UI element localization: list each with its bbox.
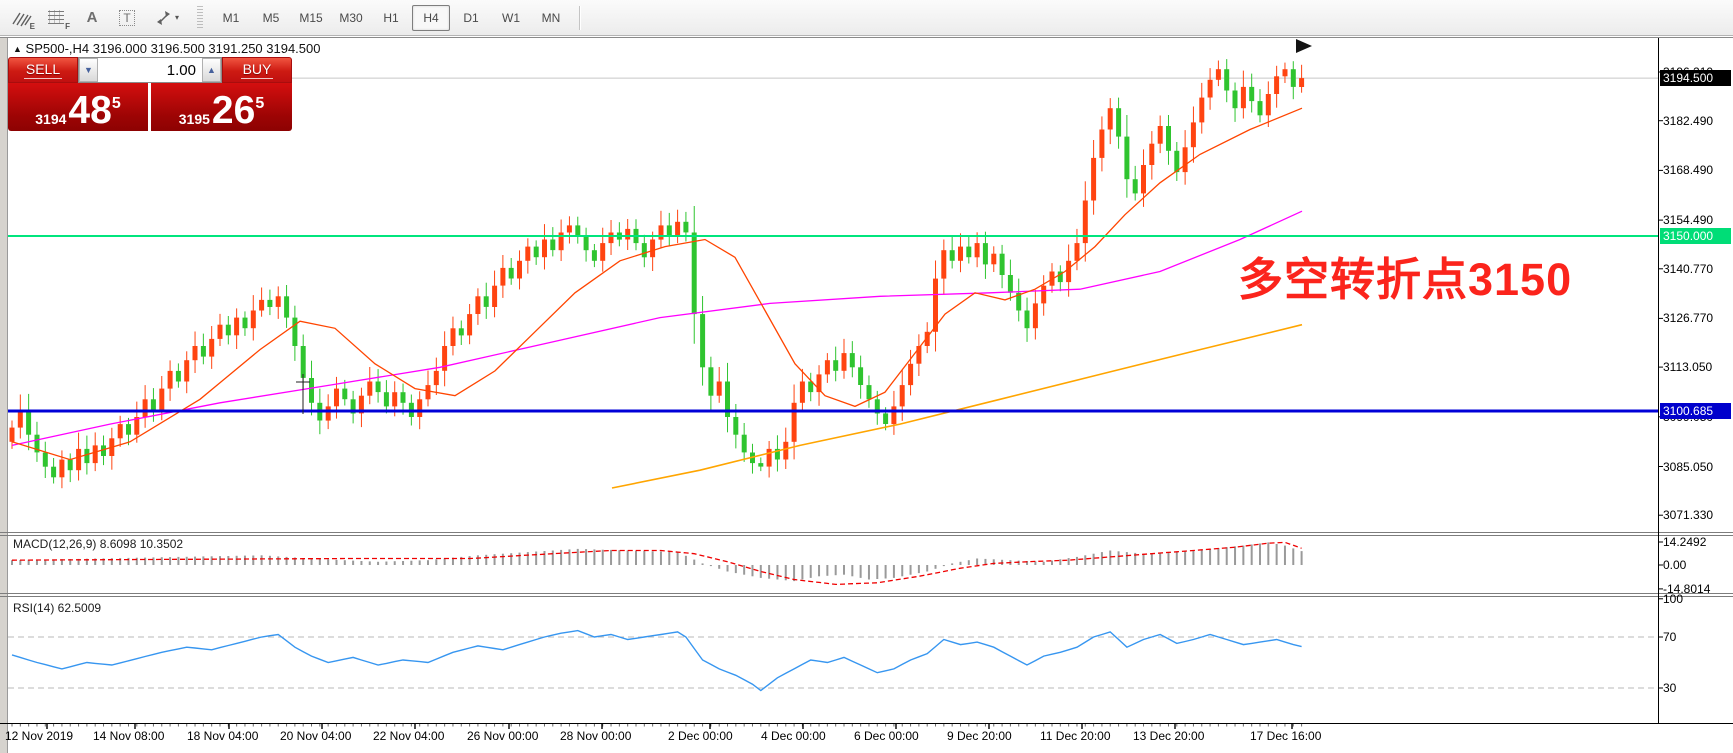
price-axis-tick: 3071.330 (1663, 508, 1713, 522)
macd-axis-tick: 14.2492 (1663, 535, 1706, 549)
time-axis-label: 6 Dec 00:00 (854, 729, 919, 743)
time-axis-label: 18 Nov 04:00 (187, 729, 258, 743)
price-axis-tick: 3168.490 (1663, 163, 1713, 177)
buy-price[interactable]: 3195 26 5 (151, 83, 292, 131)
time-axis-label: 14 Nov 08:00 (93, 729, 164, 743)
volume-decrease-button[interactable]: ▼ (79, 58, 98, 82)
price-axis-tick: 3182.490 (1663, 114, 1713, 128)
time-axis-label: 26 Nov 00:00 (467, 729, 538, 743)
triangle-icon: ▲ (13, 44, 22, 54)
time-axis-label: 20 Nov 04:00 (280, 729, 351, 743)
ohlc-values: 3196.000 3196.500 3191.250 3194.500 (93, 41, 321, 56)
price-axis-tick: 3126.770 (1663, 311, 1713, 325)
chart-title: ▲ SP500-,H4 3196.000 3196.500 3191.250 3… (13, 41, 321, 56)
price-axis-tick: 3140.770 (1663, 262, 1713, 276)
time-axis-label: 22 Nov 04:00 (373, 729, 444, 743)
price-axis-tick: 3113.050 (1663, 360, 1712, 374)
green-level-badge: 3150.000 (1660, 228, 1731, 244)
bid-price-badge: 3194.500 (1660, 70, 1731, 86)
price-axis-tick: 3154.490 (1663, 213, 1713, 227)
one-click-trading-panel: SELL ▼ 1.00 ▲ BUY 3194 48 5 3195 26 5 (8, 57, 292, 131)
symbol-period: SP500-,H4 (26, 41, 90, 56)
rsi-label: RSI(14) 62.5009 (13, 601, 101, 615)
time-axis-label: 11 Dec 20:00 (1040, 729, 1111, 743)
blue-level-badge: 3100.685 (1660, 403, 1731, 419)
trading-platform-window: E F A T (0, 0, 1733, 753)
time-axis-label: 13 Dec 20:00 (1133, 729, 1204, 743)
time-axis-label: 4 Dec 00:00 (761, 729, 826, 743)
rsi-axis-tick: 100 (1663, 592, 1683, 606)
time-axis-label: 28 Nov 00:00 (560, 729, 631, 743)
time-axis-label: 12 Nov 2019 (5, 729, 73, 743)
macd-axis-tick: 0.00 (1663, 558, 1686, 572)
rsi-axis-tick: 70 (1663, 630, 1676, 644)
sell-price[interactable]: 3194 48 5 (8, 83, 148, 131)
buy-button[interactable]: BUY (222, 57, 292, 83)
volume-stepper: ▼ 1.00 ▲ (78, 57, 222, 83)
sell-button[interactable]: SELL (8, 57, 78, 83)
volume-increase-button[interactable]: ▲ (202, 58, 221, 82)
time-axis-label: 17 Dec 16:00 (1250, 729, 1321, 743)
chart-annotation-text: 多空转折点3150 (1238, 243, 1572, 308)
macd-label: MACD(12,26,9) 8.6098 10.3502 (13, 537, 183, 551)
price-axis-tick: 3085.050 (1663, 460, 1713, 474)
time-axis-label: 2 Dec 00:00 (668, 729, 733, 743)
rsi-axis-tick: 30 (1663, 681, 1676, 695)
volume-input[interactable]: 1.00 (98, 58, 202, 82)
time-axis-label: 9 Dec 20:00 (947, 729, 1012, 743)
